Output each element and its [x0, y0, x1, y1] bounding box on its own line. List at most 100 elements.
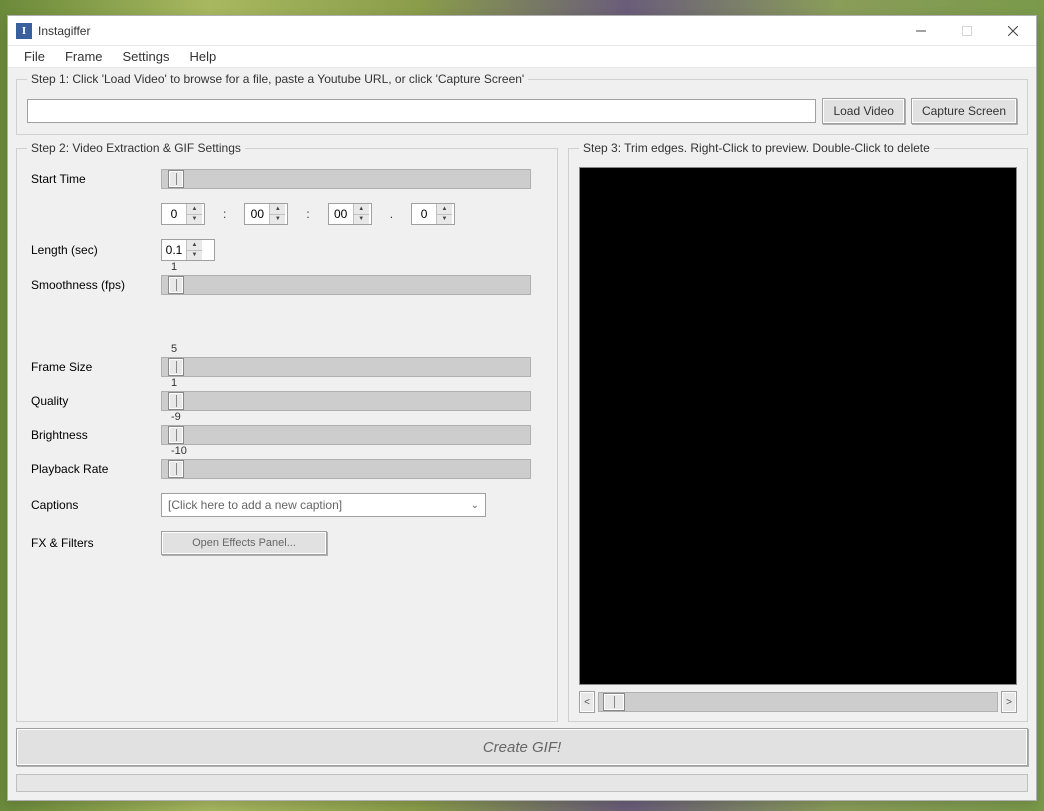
brightness-label: Brightness [31, 428, 161, 442]
step1-group: Step 1: Click 'Load Video' to browse for… [16, 72, 1028, 135]
start-time-slider[interactable] [161, 169, 531, 189]
maximize-button[interactable] [944, 16, 990, 46]
minimize-icon [916, 26, 926, 36]
menubar: File Frame Settings Help [8, 46, 1036, 68]
capture-screen-button[interactable]: Capture Screen [911, 98, 1017, 124]
settings-grid: Start Time ▲▼ : [27, 163, 547, 561]
minimize-button[interactable] [898, 16, 944, 46]
smoothness-slider[interactable] [161, 275, 531, 295]
smoothness-thumb[interactable] [168, 276, 184, 294]
trim-slider-thumb[interactable] [603, 693, 625, 711]
status-bar [16, 774, 1028, 792]
minutes-input[interactable] [245, 206, 269, 222]
smoothness-label: Smoothness (fps) [31, 278, 161, 292]
trim-row: < > [579, 691, 1017, 713]
time-sep-1: : [223, 207, 226, 221]
minutes-up[interactable]: ▲ [270, 204, 285, 214]
hours-spinbox[interactable]: ▲▼ [161, 203, 205, 225]
brightness-value: -9 [171, 411, 181, 423]
playback-slider[interactable] [161, 459, 531, 479]
step3-legend: Step 3: Trim edges. Right-Click to previ… [579, 141, 934, 155]
captions-cell: [Click here to add a new caption] ⌄ [161, 493, 539, 517]
captions-combobox[interactable]: [Click here to add a new caption] ⌄ [161, 493, 486, 517]
video-url-input[interactable] [27, 99, 816, 123]
trim-slider[interactable] [598, 692, 998, 712]
smoothness-wrap: 1 [161, 275, 539, 295]
maximize-icon [962, 26, 972, 36]
brightness-wrap: -9 [161, 425, 539, 445]
app-icon: I [16, 23, 32, 39]
length-input[interactable] [162, 242, 186, 258]
start-time-slider-thumb[interactable] [168, 170, 184, 188]
length-spinbox[interactable]: ▲▼ [161, 239, 215, 261]
frame-size-wrap: 5 [161, 357, 539, 377]
menu-help[interactable]: Help [180, 47, 227, 66]
menu-settings[interactable]: Settings [113, 47, 180, 66]
length-up[interactable]: ▲ [187, 240, 202, 250]
preview-canvas[interactable] [579, 167, 1017, 685]
ms-down[interactable]: ▼ [437, 214, 452, 225]
create-gif-button[interactable]: Create GIF! [16, 728, 1028, 766]
open-effects-button[interactable]: Open Effects Panel... [161, 531, 327, 555]
seconds-up[interactable]: ▲ [354, 204, 369, 214]
seconds-spinbox[interactable]: ▲▼ [328, 203, 372, 225]
quality-wrap: 1 [161, 391, 539, 411]
step3-group: Step 3: Trim edges. Right-Click to previ… [568, 141, 1028, 722]
frame-size-thumb[interactable] [168, 358, 184, 376]
load-video-button[interactable]: Load Video [822, 98, 905, 124]
frame-size-label: Frame Size [31, 360, 161, 374]
content-area: Step 1: Click 'Load Video' to browse for… [8, 68, 1036, 800]
frame-size-slider[interactable] [161, 357, 531, 377]
length-cell: ▲▼ [161, 239, 539, 261]
quality-label: Quality [31, 394, 161, 408]
close-button[interactable] [990, 16, 1036, 46]
quality-slider[interactable] [161, 391, 531, 411]
brightness-slider[interactable] [161, 425, 531, 445]
playback-value: -10 [171, 445, 187, 457]
menu-file[interactable]: File [14, 47, 55, 66]
captions-label: Captions [31, 498, 161, 512]
trim-next-button[interactable]: > [1001, 691, 1017, 713]
captions-placeholder: [Click here to add a new caption] [168, 498, 479, 512]
step1-row: Load Video Capture Screen [27, 94, 1017, 126]
frame-size-value: 5 [171, 343, 177, 355]
fx-label: FX & Filters [31, 536, 161, 550]
minutes-down[interactable]: ▼ [270, 214, 285, 225]
playback-label: Playback Rate [31, 462, 161, 476]
time-sep-2: : [306, 207, 309, 221]
chevron-down-icon: ⌄ [471, 500, 479, 511]
step2-group: Step 2: Video Extraction & GIF Settings … [16, 141, 558, 722]
fx-cell: Open Effects Panel... [161, 531, 539, 555]
ms-spinbox[interactable]: ▲▼ [411, 203, 455, 225]
smoothness-value: 1 [171, 261, 177, 273]
hours-down[interactable]: ▼ [187, 214, 202, 225]
ms-input[interactable] [412, 206, 436, 222]
ms-up[interactable]: ▲ [437, 204, 452, 214]
quality-value: 1 [171, 377, 177, 389]
close-icon [1008, 26, 1018, 36]
mid-row: Step 2: Video Extraction & GIF Settings … [16, 141, 1028, 722]
time-sep-3: . [390, 207, 393, 221]
window-controls [898, 16, 1036, 45]
app-window: I Instagiffer File Frame Settings Help S… [7, 15, 1037, 801]
minutes-spinbox[interactable]: ▲▼ [244, 203, 288, 225]
playback-wrap: -10 [161, 459, 539, 479]
step1-legend: Step 1: Click 'Load Video' to browse for… [27, 72, 528, 86]
step2-legend: Step 2: Video Extraction & GIF Settings [27, 141, 245, 155]
brightness-thumb[interactable] [168, 426, 184, 444]
playback-thumb[interactable] [168, 460, 184, 478]
titlebar: I Instagiffer [8, 16, 1036, 46]
start-time-label: Start Time [31, 172, 161, 186]
quality-thumb[interactable] [168, 392, 184, 410]
hours-input[interactable] [162, 206, 186, 222]
start-time-slider-wrap [161, 169, 539, 189]
menu-frame[interactable]: Frame [55, 47, 113, 66]
length-down[interactable]: ▼ [187, 250, 202, 261]
start-time-spinners: ▲▼ : ▲▼ : ▲▼ . [161, 203, 539, 225]
seconds-input[interactable] [329, 206, 353, 222]
trim-prev-button[interactable]: < [579, 691, 595, 713]
seconds-down[interactable]: ▼ [354, 214, 369, 225]
hours-up[interactable]: ▲ [187, 204, 202, 214]
window-title: Instagiffer [38, 24, 898, 38]
length-label: Length (sec) [31, 243, 161, 257]
